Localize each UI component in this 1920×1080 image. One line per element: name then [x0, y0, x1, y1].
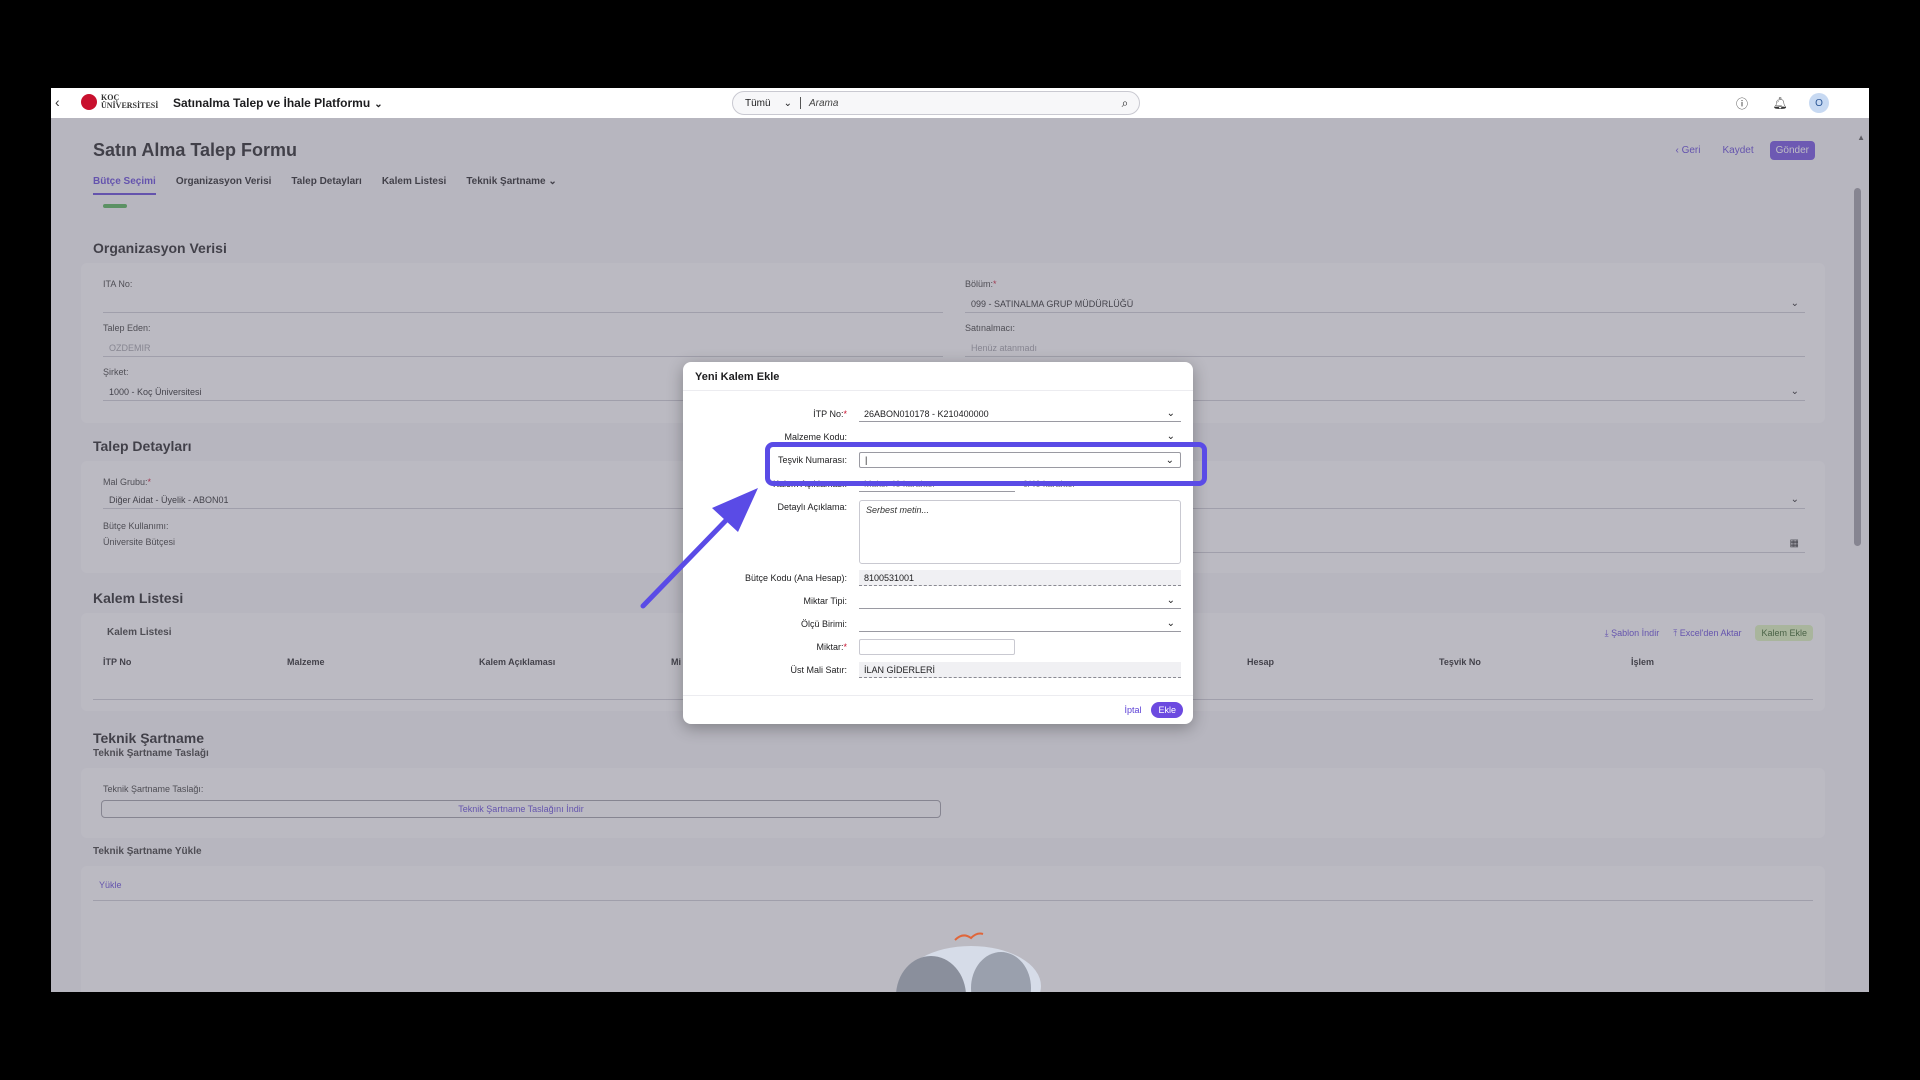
detayli-textarea[interactable]: Serbest metin...	[859, 500, 1181, 564]
university-logo[interactable]: KOÇ ÜNİVERSİTESİ	[81, 93, 159, 110]
logo-mark-icon	[81, 94, 97, 110]
search-input[interactable]: Arama	[801, 98, 1111, 109]
add-button[interactable]: Ekle	[1151, 702, 1183, 718]
app-title-menu[interactable]: Satınalma Talep ve İhale Platformu ⌄	[173, 96, 383, 110]
app-window: ‹ KOÇ ÜNİVERSİTESİ Satınalma Talep ve İh…	[51, 88, 1869, 992]
logo-text: KOÇ ÜNİVERSİTESİ	[101, 93, 159, 110]
shell-bar: ‹ KOÇ ÜNİVERSİTESİ Satınalma Talep ve İh…	[51, 88, 1869, 118]
itp-value: 26ABON010178 - K210400000	[864, 408, 989, 419]
miktar-label: Miktar:*	[683, 642, 847, 652]
detayli-label: Detaylı Açıklama:	[777, 502, 847, 512]
miktar-tipi-select[interactable]: ⌄	[859, 593, 1181, 609]
miktar-tipi-label: Miktar Tipi:	[803, 596, 847, 606]
miktar-label-text: Miktar:	[816, 642, 844, 652]
itp-label: İTP No:*	[683, 409, 847, 419]
annotation-highlight-box	[765, 442, 1207, 486]
chevron-down-icon: ⌄	[783, 97, 792, 109]
app-title: Satınalma Talep ve İhale Platformu	[173, 96, 371, 110]
ust-mali-label: Üst Mali Satır:	[790, 665, 847, 675]
chevron-down-icon: ⌄	[374, 99, 383, 110]
empty-state-illustration	[896, 932, 1041, 992]
chevron-down-icon: ⌄	[1166, 595, 1175, 606]
chevron-down-icon: ⌄	[1166, 431, 1175, 442]
chevron-down-icon: ⌄	[1166, 408, 1175, 419]
olcu-birimi-label: Ölçü Birimi:	[800, 619, 847, 629]
shell-actions: ⓘ 🔔︎ O	[1733, 93, 1829, 113]
back-arrow-icon[interactable]: ‹	[55, 94, 60, 110]
itp-label-text: İTP No:	[813, 409, 844, 419]
avatar[interactable]: O	[1809, 93, 1829, 113]
butce-kodu-label: Bütçe Kodu (Ana Hesap):	[744, 573, 847, 583]
dialog-divider	[683, 390, 1193, 391]
dialog-footer-divider	[683, 695, 1193, 696]
chevron-down-icon: ⌄	[1166, 618, 1175, 629]
search-scope-select[interactable]: Tümü ⌄	[733, 97, 801, 109]
search-icon[interactable]: ⌕	[1111, 96, 1139, 111]
dialog-footer: İptal Ekle	[1124, 702, 1183, 718]
search-bar: Tümü ⌄ Arama ⌕	[732, 91, 1140, 115]
cancel-button[interactable]: İptal	[1124, 705, 1141, 715]
butce-kodu-field: 8100531001	[859, 570, 1181, 586]
notification-bell-icon[interactable]: 🔔︎	[1771, 94, 1789, 112]
required-marker: *	[843, 642, 847, 652]
new-item-dialog: Yeni Kalem Ekle İTP No:* 26ABON010178 - …	[683, 362, 1193, 724]
help-icon[interactable]: ⓘ	[1733, 94, 1751, 112]
miktar-input[interactable]	[859, 639, 1015, 655]
dialog-title: Yeni Kalem Ekle	[695, 371, 780, 383]
itp-select[interactable]: 26ABON010178 - K210400000 ⌄	[859, 406, 1181, 422]
olcu-birimi-select[interactable]: ⌄	[859, 616, 1181, 632]
ust-mali-field: İLAN GİDERLERİ	[859, 662, 1181, 678]
malzeme-label: Malzeme Kodu:	[784, 432, 847, 442]
search-scope-label: Tümü	[745, 97, 771, 109]
required-marker: *	[843, 409, 847, 419]
